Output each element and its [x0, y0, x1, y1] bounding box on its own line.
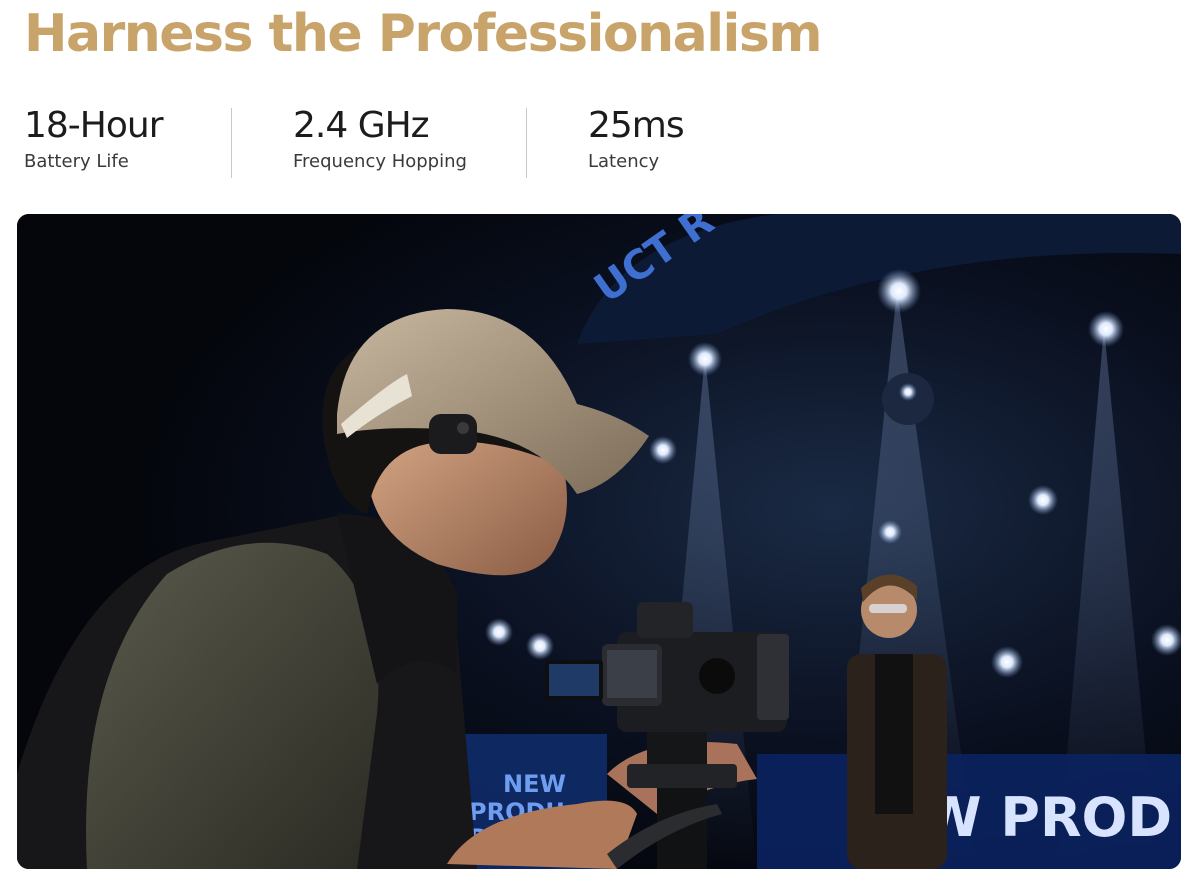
spec-divider [231, 108, 232, 178]
hero-photo: UCT R NEW PRODU RELE W PROD [17, 214, 1181, 869]
spotlight [991, 646, 1023, 678]
spec-latency: 25ms Latency [588, 104, 685, 174]
spotlight [878, 520, 902, 544]
spec-divider [526, 108, 527, 178]
page-title: Harness the Professionalism [24, 4, 823, 64]
spec-label: Battery Life [24, 151, 129, 172]
spec-value: 18-Hour [24, 105, 164, 146]
earbud [429, 414, 477, 454]
backdrop-text-right: W PROD [922, 786, 1172, 849]
spotlight [688, 342, 722, 376]
spotlight [1088, 311, 1124, 347]
backdrop-text-left-1: NEW [503, 770, 566, 798]
page: Harness the Professionalism 18-Hour Batt… [0, 0, 1200, 888]
spec-value: 2.4 GHz [293, 105, 430, 146]
spec-frequency-hopping: 2.4 GHz Frequency Hopping [293, 104, 467, 174]
spotlight [877, 269, 921, 313]
spec-label: Frequency Hopping [293, 151, 467, 172]
camera-operator-scene-illustration: UCT R NEW PRODU RELE W PROD [17, 214, 1181, 869]
spotlight [1028, 485, 1058, 515]
spotlight [899, 383, 917, 401]
spec-label: Latency [588, 151, 660, 172]
spec-value: 25ms [588, 105, 685, 146]
spotlight [485, 618, 513, 646]
spec-battery-life: 18-Hour Battery Life [24, 104, 164, 174]
spotlight [526, 632, 554, 660]
spotlight [649, 436, 677, 464]
spec-list: 18-Hour Battery Life 2.4 GHz Frequency H… [0, 104, 1200, 180]
